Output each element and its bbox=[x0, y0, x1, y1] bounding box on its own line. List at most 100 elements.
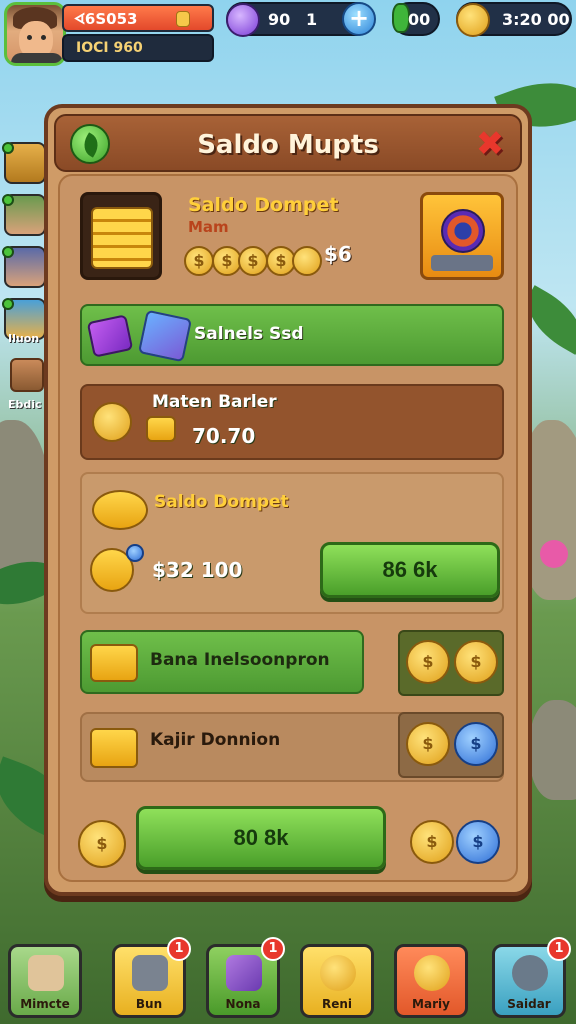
coin-icon: $ bbox=[454, 640, 498, 684]
nav-item-mariy[interactable]: Mariy bbox=[394, 944, 468, 1018]
notification-badge: 1 bbox=[547, 937, 571, 961]
player-level: IOCI 960 bbox=[76, 40, 143, 56]
wallet-summary-card: Saldo Dompet Mam $ $ $ $ $6 bbox=[80, 192, 504, 288]
bottom-nav: Mimcte Bun 1 Nona 1 Reni Mariy Saidar 1 bbox=[0, 930, 576, 1024]
coin-icon: $ bbox=[78, 820, 126, 868]
side-item-character[interactable] bbox=[2, 246, 46, 288]
coin-icon: $ bbox=[238, 246, 268, 276]
gem-secondary-count: 1 bbox=[306, 10, 318, 29]
gold-bars-icon bbox=[80, 192, 162, 280]
player-name: ᗏ6S053 bbox=[74, 10, 138, 28]
maten-value: 70.70 bbox=[192, 424, 256, 448]
wallet-subtitle: Mam bbox=[188, 218, 229, 236]
gold-bars bbox=[91, 207, 153, 269]
notification-dot bbox=[2, 142, 14, 154]
green-currency-counter[interactable]: 00 bbox=[392, 2, 440, 36]
nav-item-settings[interactable]: Saidar 1 bbox=[492, 937, 571, 1018]
nav-item-nona[interactable]: Nona 1 bbox=[206, 937, 285, 1018]
add-gems-button[interactable]: + bbox=[342, 2, 376, 36]
notification-dot bbox=[2, 298, 14, 310]
coin-icon: $ bbox=[406, 640, 450, 684]
saldo-title: Saldo Dompet bbox=[154, 492, 289, 512]
coin-count: 3:20 00 bbox=[502, 10, 570, 29]
sainels-label: Salnels Ssd bbox=[194, 324, 304, 344]
avatar-shirt bbox=[11, 53, 63, 63]
side-item-label: Iluon bbox=[8, 332, 40, 345]
top-hud: ᗏ6S053 IOCI 960 90 1 + 00 3:20 00 bbox=[0, 0, 576, 70]
nav-label: Mariy bbox=[412, 997, 450, 1011]
gold-stack-icon bbox=[90, 728, 138, 768]
flower bbox=[540, 540, 568, 568]
panel-header: Saldo Mupts ✖ bbox=[54, 114, 522, 172]
avatar-eye bbox=[41, 35, 46, 40]
panel-title: Saldo Mupts bbox=[197, 130, 379, 160]
purple-gem-icon bbox=[86, 314, 134, 358]
maten-row[interactable]: Maten Barler 70.70 bbox=[80, 384, 504, 460]
coin-icon: $ bbox=[184, 246, 214, 276]
blue-coin-icon: $ bbox=[456, 820, 500, 864]
card-icon bbox=[226, 955, 262, 991]
bana-row[interactable]: Bana Inelsoonpron bbox=[80, 630, 364, 694]
sainels-row[interactable]: Salnels Ssd bbox=[80, 304, 504, 366]
nav-item-reni[interactable]: Reni bbox=[300, 944, 374, 1018]
nav-label: Bun bbox=[135, 997, 163, 1011]
coin-counter[interactable]: 3:20 00 bbox=[456, 2, 572, 37]
coin-icon bbox=[456, 3, 490, 37]
chest-base bbox=[431, 255, 493, 271]
claim-button[interactable]: 80 8k bbox=[136, 806, 386, 870]
wallet-panel: Saldo Mupts ✖ Saldo Dompet Mam $ $ $ $ $… bbox=[44, 104, 532, 896]
bana-coin-box[interactable]: $ $ bbox=[398, 630, 504, 696]
side-shortcuts bbox=[2, 142, 46, 350]
scroll-icon bbox=[28, 955, 64, 991]
green-currency-count: 00 bbox=[408, 10, 431, 29]
side-item-crate[interactable] bbox=[2, 142, 46, 184]
side-item-character[interactable] bbox=[2, 194, 46, 236]
player-avatar[interactable] bbox=[4, 2, 66, 66]
ticket-icon bbox=[137, 309, 193, 363]
player-level-bar: IOCI 960 bbox=[62, 34, 214, 62]
nav-label: Mimcte bbox=[20, 997, 70, 1011]
gem-count: 90 bbox=[268, 10, 291, 29]
saldo-amount: $32 100 bbox=[152, 558, 243, 582]
coin-icon bbox=[414, 955, 450, 991]
notification-badge: 1 bbox=[167, 937, 191, 961]
coin-icon bbox=[320, 955, 356, 991]
panel-content: Saldo Dompet Mam $ $ $ $ $6 Salnels Ssd … bbox=[58, 174, 518, 882]
wallet-title: Saldo Dompet bbox=[188, 194, 339, 216]
bana-label: Bana Inelsoonpron bbox=[150, 650, 330, 670]
maten-title: Maten Barler bbox=[152, 392, 277, 412]
nav-item-bun[interactable]: Bun 1 bbox=[112, 937, 191, 1018]
nav-label: Saidar bbox=[507, 997, 551, 1011]
gear-icon bbox=[512, 955, 548, 991]
gold-stack-icon bbox=[90, 644, 138, 682]
player-name-bar[interactable]: ᗏ6S053 bbox=[62, 4, 214, 32]
gem-icon bbox=[226, 3, 260, 37]
notification-dot bbox=[2, 246, 14, 258]
treasure-chest-icon[interactable] bbox=[420, 192, 504, 280]
avatar-eye bbox=[27, 35, 32, 40]
saldo-card: Saldo Dompet $32 100 86 6k bbox=[80, 472, 504, 614]
gold-coins-icon bbox=[92, 490, 148, 530]
kajir-label: Kajir Donnion bbox=[150, 730, 281, 750]
blue-gem-icon bbox=[126, 544, 144, 562]
chest-emblem bbox=[441, 209, 485, 253]
camera-icon bbox=[132, 955, 168, 991]
box-icon[interactable] bbox=[10, 358, 44, 392]
blue-coin-icon: $ bbox=[454, 722, 498, 766]
wallet-amount: $6 bbox=[324, 242, 352, 266]
notification-dot bbox=[2, 194, 14, 206]
side-item-label: Ebdic bbox=[8, 398, 42, 411]
coin-icon: $ bbox=[406, 722, 450, 766]
coin-icon: $ bbox=[410, 820, 454, 864]
coin-icon bbox=[92, 402, 132, 442]
close-button[interactable]: ✖ bbox=[470, 124, 510, 164]
saldo-action-button[interactable]: 86 6k bbox=[320, 542, 500, 598]
rock bbox=[0, 420, 50, 580]
coin-icon bbox=[176, 11, 190, 27]
nav-item-mimcte[interactable]: Mimcte bbox=[8, 944, 82, 1018]
gem-counter[interactable]: 90 1 + bbox=[226, 2, 376, 37]
nav-label: Reni bbox=[321, 997, 353, 1011]
rock bbox=[530, 700, 576, 800]
nav-label: Nona bbox=[225, 997, 261, 1011]
kajir-coin-box[interactable]: $ $ bbox=[398, 712, 504, 778]
